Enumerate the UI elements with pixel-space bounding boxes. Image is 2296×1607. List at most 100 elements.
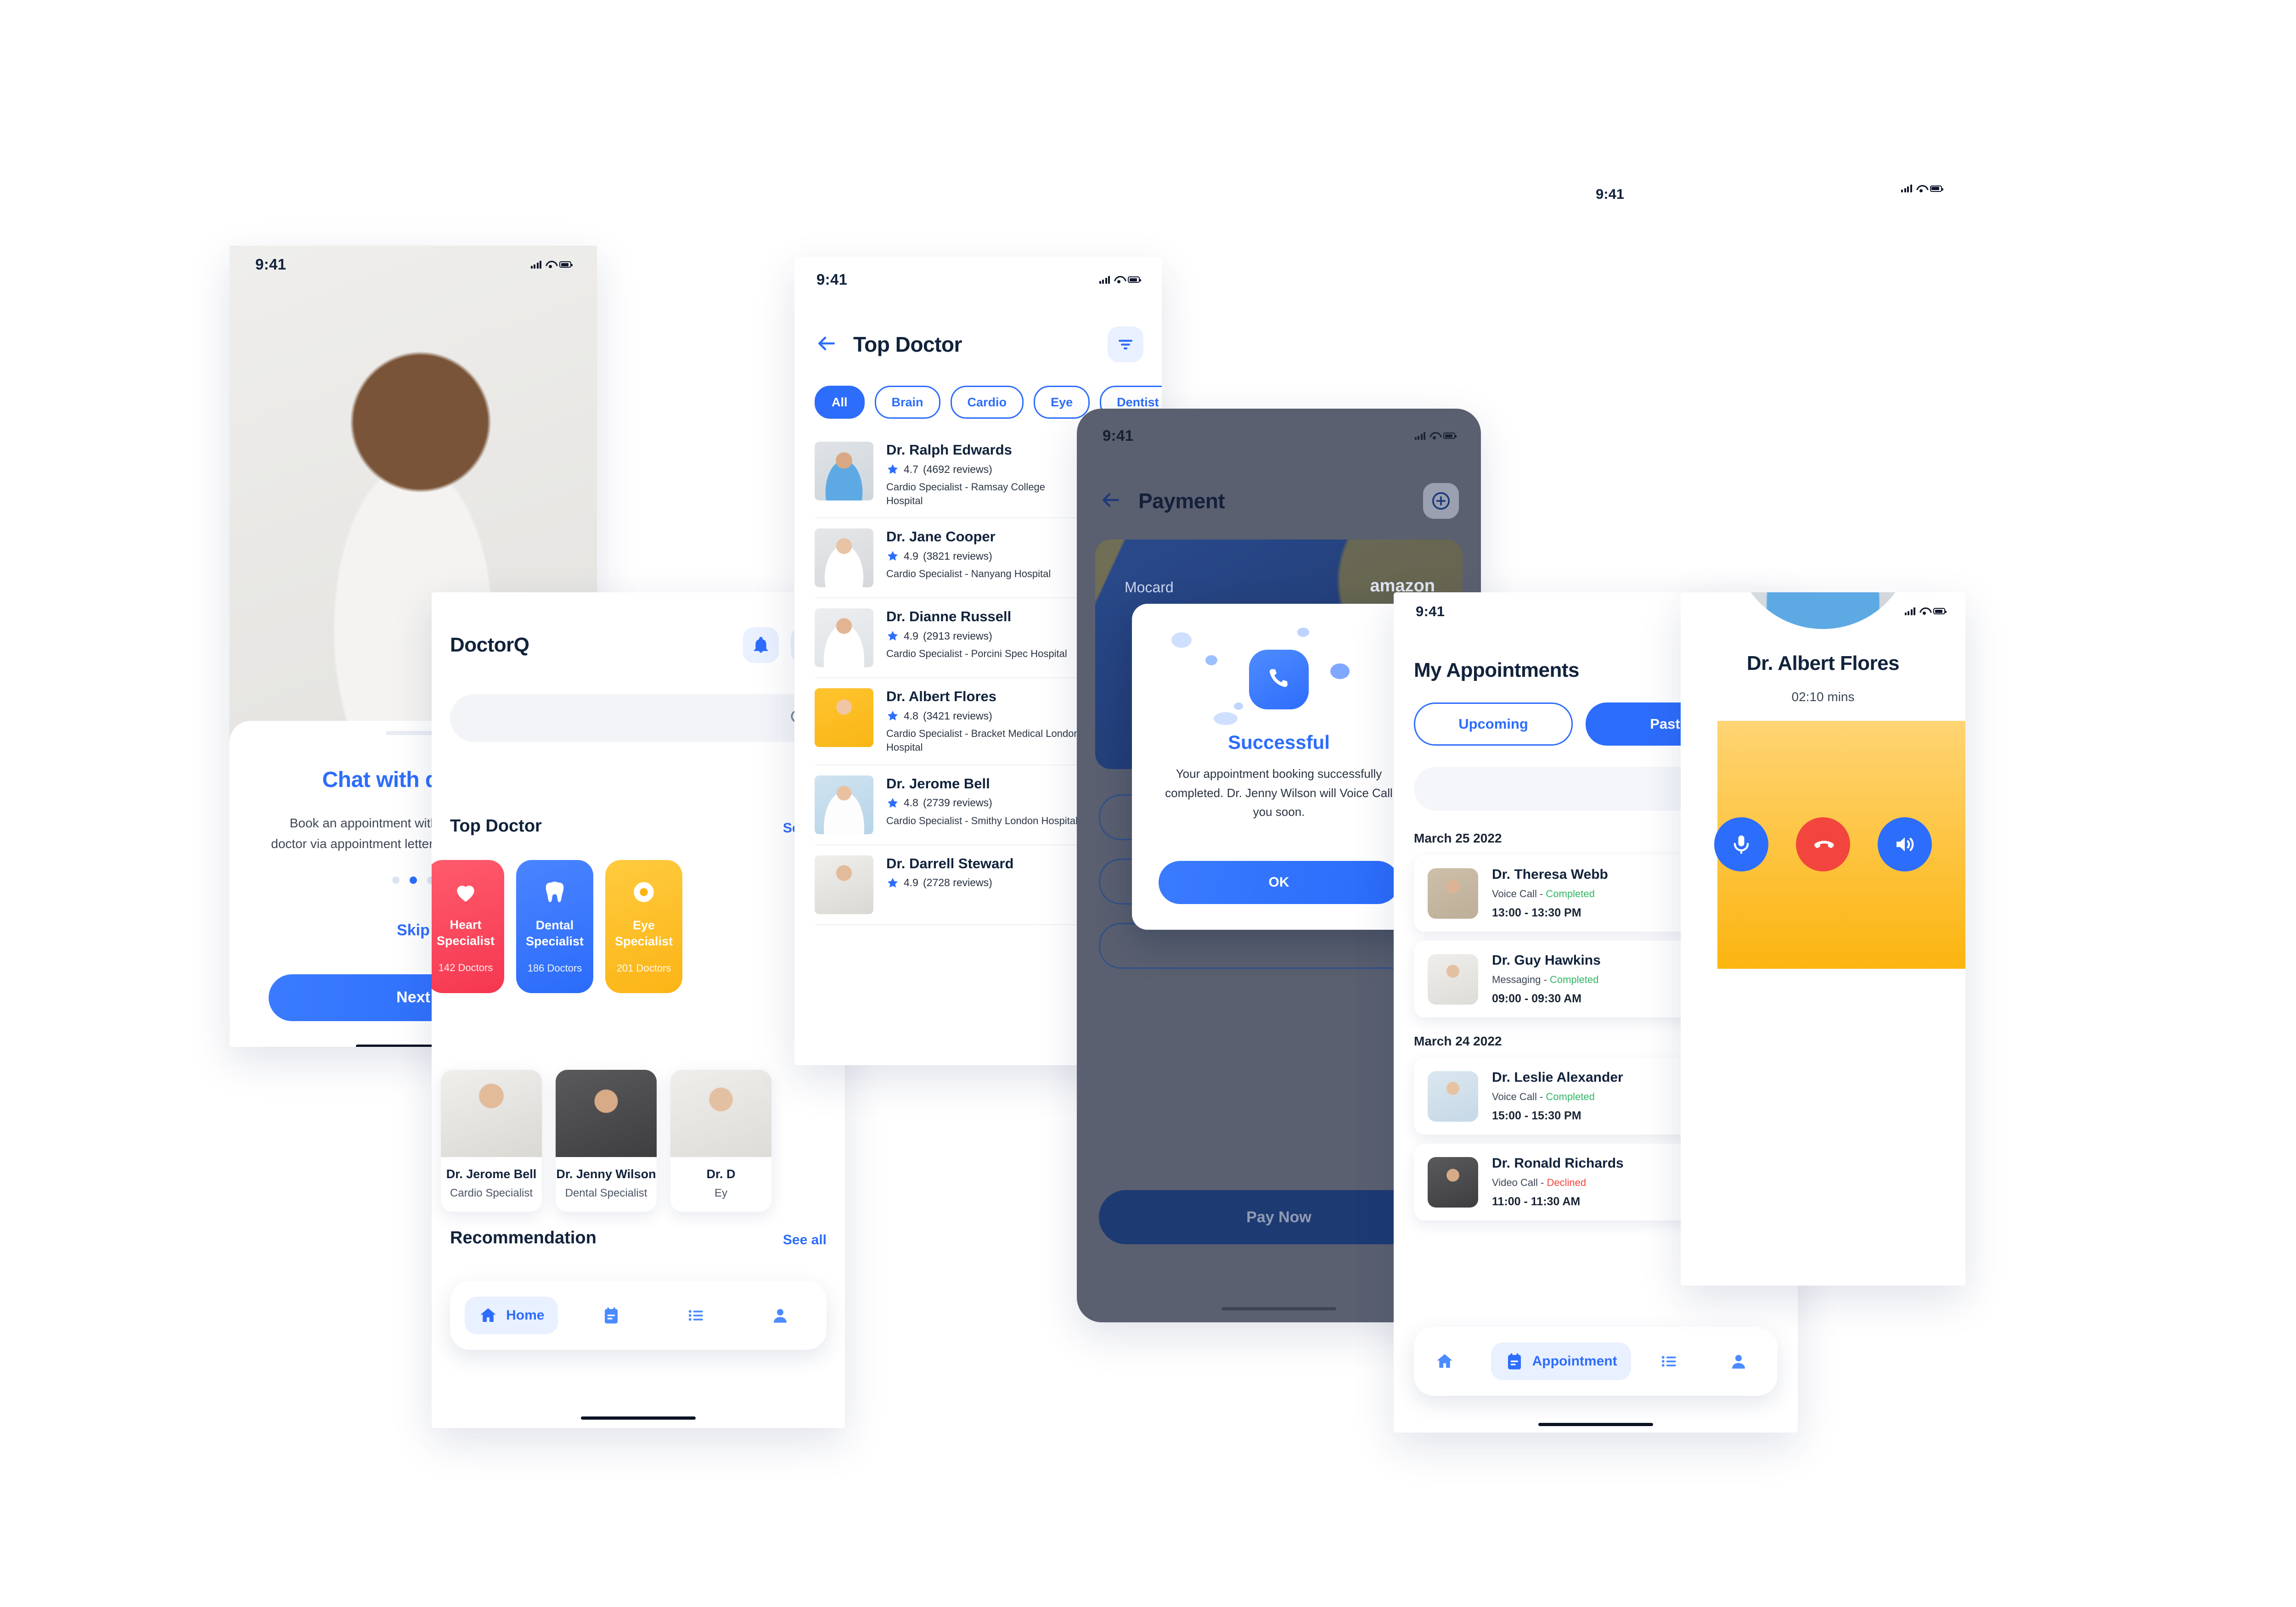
tab-list[interactable] xyxy=(1645,1343,1700,1380)
home-icon xyxy=(1437,1354,1452,1368)
status-bar: 9:41 xyxy=(1077,427,1481,444)
pager-dot-active[interactable] xyxy=(410,876,417,884)
category-card-eye[interactable]: Eye Specialist 201 Doctors xyxy=(605,860,682,993)
phone-icon xyxy=(1249,650,1309,709)
status-icons xyxy=(1904,607,1947,615)
doctor-rating: 4.8 (2739 reviews) xyxy=(886,797,1078,809)
doctor-specialty: Cardio Specialist xyxy=(450,1187,533,1199)
wifi-icon xyxy=(1429,432,1439,439)
appointments-bottom-nav: Appointment xyxy=(1414,1327,1778,1396)
status-icons xyxy=(1414,432,1457,440)
filter-button[interactable] xyxy=(1108,326,1143,362)
specialist-category-list: Heart Specialist 142 Doctors Dental Spec… xyxy=(432,860,682,993)
eye-icon xyxy=(634,882,654,902)
review-count: (4692 reviews) xyxy=(923,463,992,475)
doctor-photo xyxy=(815,855,873,914)
pager-dot[interactable] xyxy=(392,876,400,884)
plus-circle-icon xyxy=(1432,492,1450,510)
appointment-meta: Voice Call - Completed xyxy=(1492,888,1595,899)
review-count: (2739 reviews) xyxy=(923,797,992,809)
home-bottom-nav: Home xyxy=(450,1281,827,1350)
chip-brain[interactable]: Brain xyxy=(874,386,940,419)
segment-upcoming[interactable]: Upcoming xyxy=(1414,702,1573,746)
rating-value: 4.8 xyxy=(904,797,918,809)
review-count: (3821 reviews) xyxy=(923,550,992,562)
category-card-heart[interactable]: Heart Specialist 142 Doctors xyxy=(432,860,504,993)
tab-home[interactable]: Home xyxy=(465,1297,558,1334)
doctor-name: Dr. Theresa Webb xyxy=(1492,867,1608,882)
appointment-meta: Video Call - Declined xyxy=(1492,1177,1587,1188)
modal-title: Successful xyxy=(1228,731,1330,753)
decorative-blob xyxy=(1214,712,1238,725)
back-button[interactable] xyxy=(1099,489,1122,514)
page-title: My Appointments xyxy=(1414,659,1579,681)
appointment-time: 09:00 - 09:30 AM xyxy=(1492,992,1581,1005)
status-icons xyxy=(530,260,573,269)
list-icon xyxy=(1662,1356,1677,1367)
review-count: (2728 reviews) xyxy=(923,877,992,889)
doctor-name: Dr. Ronald Richards xyxy=(1492,1156,1624,1171)
floating-status-time: 9:41 xyxy=(1596,186,1625,202)
calendar-icon xyxy=(604,1307,618,1324)
doctor-name: Dr. Jane Cooper xyxy=(886,528,996,545)
speaker-button[interactable] xyxy=(1878,817,1932,871)
appointment-type: Messaging xyxy=(1492,974,1541,985)
home-recommendation-section-header: Recommendation See all xyxy=(450,1228,827,1248)
success-modal: Successful Your appointment booking succ… xyxy=(1132,604,1426,930)
recommended-doctor-card[interactable]: Dr. D Ey xyxy=(670,1070,771,1212)
tab-profile[interactable] xyxy=(757,1297,812,1334)
home-indicator xyxy=(1538,1423,1653,1426)
category-card-dental[interactable]: Dental Specialist 186 Doctors xyxy=(516,860,593,993)
battery-icon xyxy=(1930,185,1943,192)
doctor-photo xyxy=(1428,1071,1478,1122)
status-time: 9:41 xyxy=(1416,603,1445,619)
doctor-photo xyxy=(670,1070,771,1157)
tab-appointment[interactable]: Appointment xyxy=(1491,1343,1631,1380)
doctor-photo xyxy=(815,775,873,834)
rating-value: 4.9 xyxy=(904,877,918,889)
chip-eye[interactable]: Eye xyxy=(1034,386,1090,419)
section-title: Recommendation xyxy=(450,1228,597,1247)
home-icon xyxy=(480,1308,496,1322)
star-icon xyxy=(887,464,898,474)
doctor-specialty: Cardio Specialist - Nanyang Hospital xyxy=(886,568,1051,580)
notification-bell-button[interactable] xyxy=(743,627,779,663)
tab-home[interactable] xyxy=(1421,1343,1476,1380)
end-call-button[interactable] xyxy=(1796,817,1850,871)
recommended-doctor-card[interactable]: Dr. Jerome Bell Cardio Specialist xyxy=(441,1070,542,1212)
doctor-specialty: Ey xyxy=(714,1187,727,1199)
app-brand: DoctorQ xyxy=(450,634,529,656)
recommended-doctor-list: Dr. Jerome Bell Cardio Specialist Dr. Je… xyxy=(441,1070,771,1212)
person-icon xyxy=(773,1309,787,1323)
doctor-name: Dr. Albert Flores xyxy=(886,688,997,705)
tab-profile[interactable] xyxy=(1715,1343,1770,1380)
doctor-name: Dr. Ralph Edwards xyxy=(886,442,1012,458)
status-badge: Completed xyxy=(1546,1091,1595,1102)
doctor-rating: 4.9 (2913 reviews) xyxy=(886,629,1067,642)
voice-call-screen: 9:41 Dr. Albert Flores 02:10 mins xyxy=(1681,592,1965,1286)
home-screen: DoctorQ Top Doctor See all Heart Special… xyxy=(432,592,845,1428)
tab-appointment-label: Appointment xyxy=(1532,1354,1617,1369)
star-icon xyxy=(887,551,898,561)
review-count: (2913 reviews) xyxy=(923,629,992,642)
back-button[interactable] xyxy=(815,332,838,357)
card-brand-label: Mocard xyxy=(1125,579,1174,596)
chip-cardio[interactable]: Cardio xyxy=(950,386,1024,419)
page-title: Top Doctor xyxy=(853,332,962,356)
doctor-specialty: Cardio Specialist - Ramsay College Hospi… xyxy=(886,481,1046,506)
chip-all[interactable]: All xyxy=(815,386,865,419)
call-controls xyxy=(1681,817,1965,871)
home-search-input[interactable] xyxy=(450,694,827,742)
signal-icon xyxy=(1414,432,1425,440)
rating-value: 4.8 xyxy=(904,709,918,722)
add-card-button[interactable] xyxy=(1423,483,1459,519)
status-time: 9:41 xyxy=(816,271,848,288)
tab-appointment[interactable] xyxy=(588,1297,643,1334)
tab-list[interactable] xyxy=(672,1297,727,1334)
doctor-rating: 4.7 (4692 reviews) xyxy=(886,463,1084,476)
see-all-link[interactable]: See all xyxy=(783,1232,827,1248)
appointment-meta: Messaging - Completed xyxy=(1492,974,1599,985)
mute-button[interactable] xyxy=(1714,817,1768,871)
modal-ok-button[interactable]: OK xyxy=(1159,861,1399,904)
recommended-doctor-card[interactable]: Dr. Jenny Wilson Dental Specialist xyxy=(556,1070,657,1212)
